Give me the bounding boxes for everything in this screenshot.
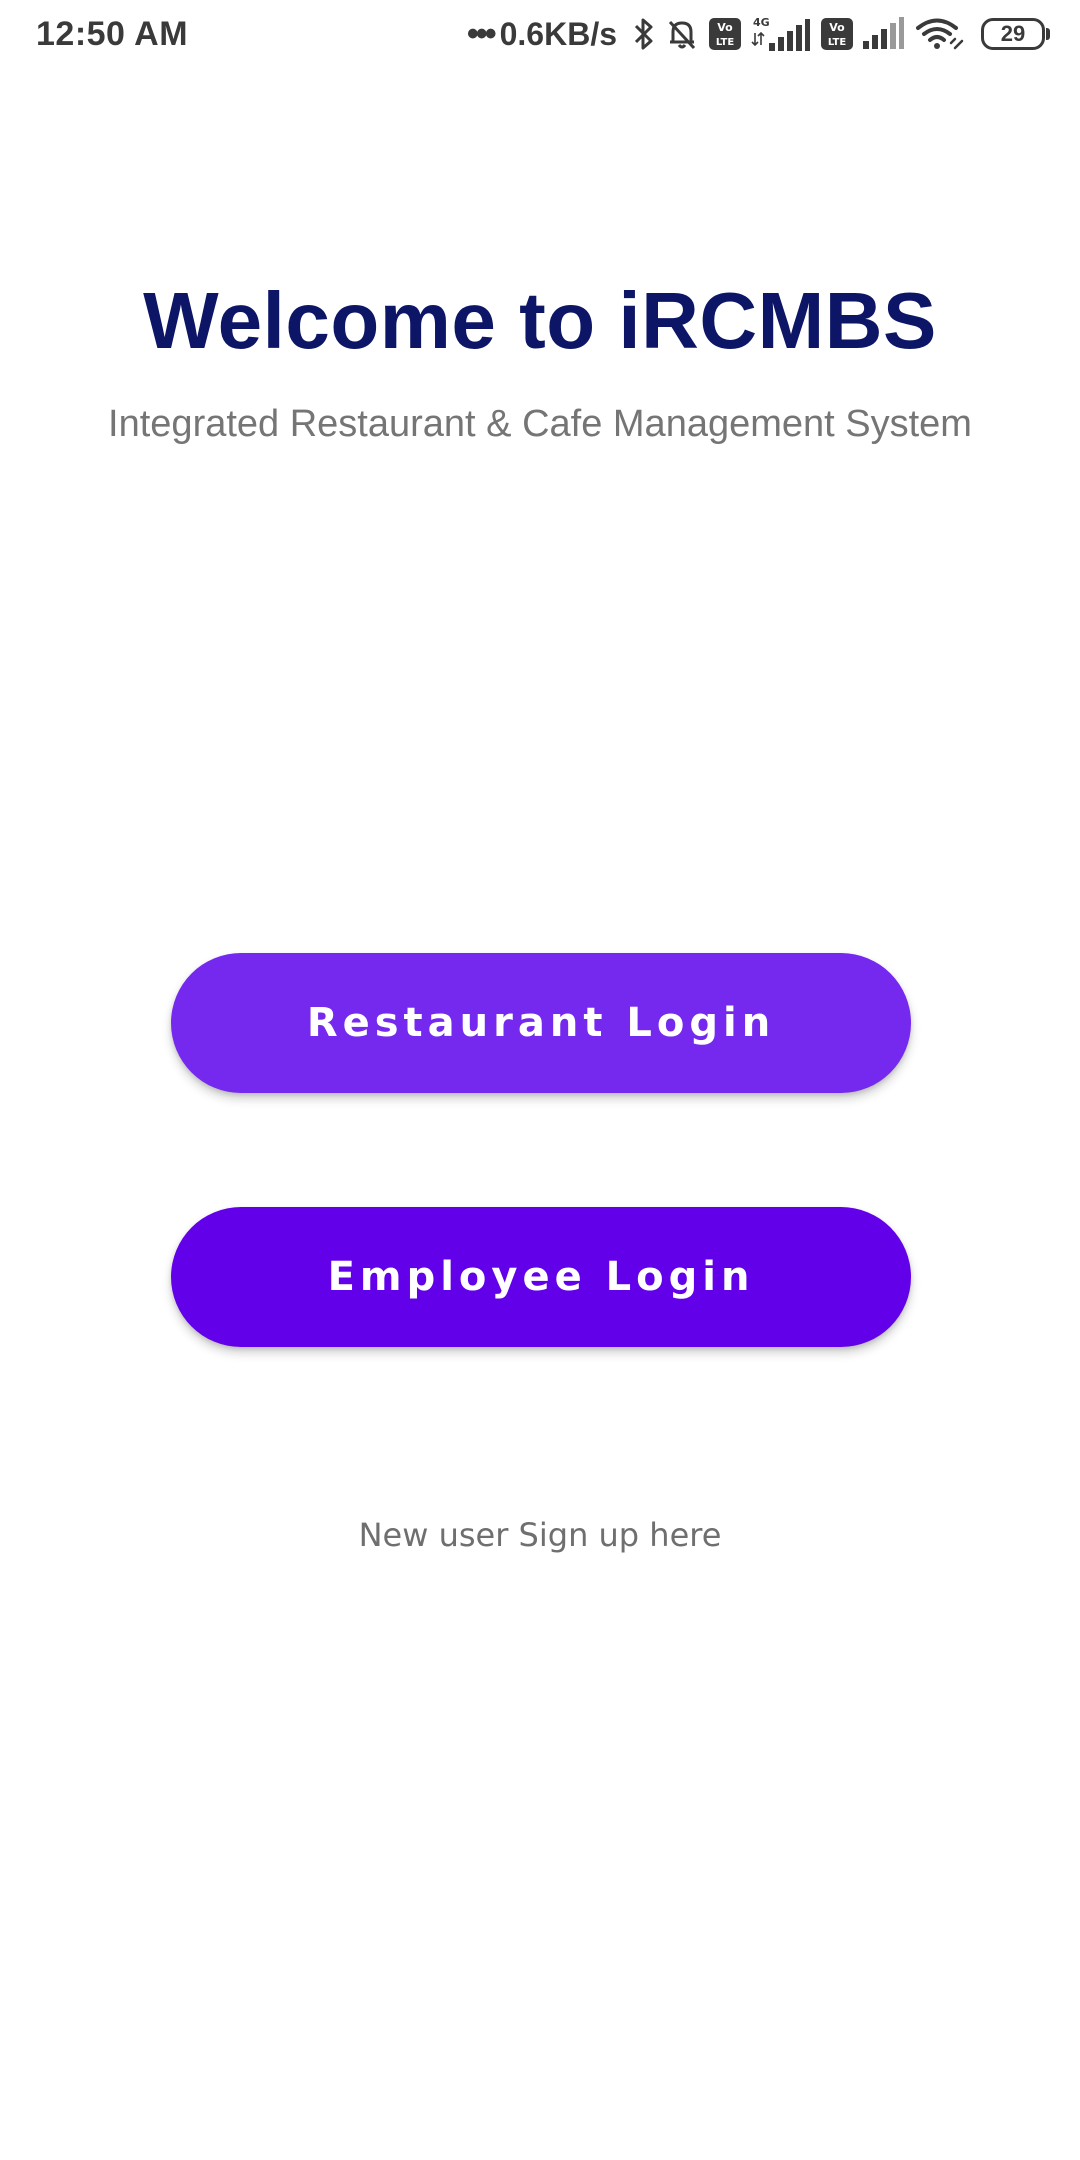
status-icons: ••• 0.6KB/s Vo LTE 4G Vo LTE 29 — [467, 15, 1050, 53]
signal-icon — [863, 17, 905, 51]
restaurant-login-button[interactable]: Restaurant Login — [171, 953, 911, 1093]
employee-login-button[interactable]: Employee Login — [171, 1207, 911, 1347]
volte-icon: Vo LTE — [821, 18, 853, 50]
status-bar: 12:50 AM ••• 0.6KB/s Vo LTE 4G Vo LTE 29 — [0, 0, 1080, 68]
volte-top-label: Vo — [717, 21, 733, 34]
battery-level: 29 — [981, 18, 1045, 50]
battery-icon: 29 — [981, 18, 1050, 50]
network-speed: 0.6KB/s — [499, 15, 617, 52]
battery-tip — [1046, 28, 1050, 40]
bluetooth-icon — [633, 17, 655, 51]
volte-bottom-label: LTE — [828, 37, 847, 48]
volte-icon: Vo LTE — [709, 18, 741, 50]
mute-bell-icon — [665, 17, 699, 51]
network-type-label: 4G — [753, 16, 770, 29]
signup-link[interactable]: New user Sign up here — [0, 1516, 1080, 1554]
volte-top-label: Vo — [829, 21, 845, 34]
page-subtitle: Integrated Restaurant & Cafe Management … — [108, 403, 972, 445]
more-notifications-icon: ••• — [466, 15, 497, 53]
4g-signal-icon: 4G — [751, 15, 811, 53]
status-time: 12:50 AM — [36, 14, 189, 53]
page-title: Welcome to iRCMBS — [143, 276, 937, 365]
volte-bottom-label: LTE — [716, 37, 735, 48]
wifi-icon — [915, 17, 965, 51]
login-screen: 12:50 AM ••• 0.6KB/s Vo LTE 4G Vo LTE 29… — [0, 0, 1080, 2160]
